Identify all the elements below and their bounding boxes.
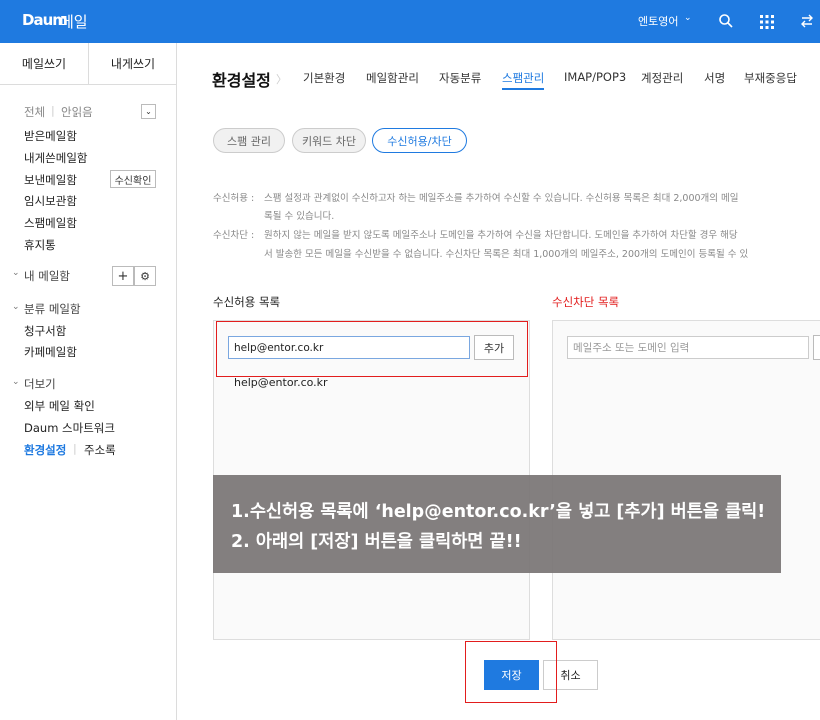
swap-icon[interactable] — [800, 13, 814, 29]
folder-bills[interactable]: 청구서함 — [24, 323, 66, 339]
tab-signature[interactable]: 서명 — [704, 70, 725, 86]
folder-inbox[interactable]: 받은메일함 — [24, 128, 77, 144]
desc-block-line1: 원하지 않는 메일을 받지 않도록 메일주소나 도메인을 추가하여 수신을 차단… — [264, 230, 738, 241]
settings-link[interactable]: 환경설정 — [24, 442, 66, 458]
account-name[interactable]: 엔토영어 — [638, 13, 678, 29]
folder-drafts[interactable]: 임시보관함 — [24, 193, 77, 209]
filter-divider: | — [51, 104, 55, 117]
tab-basic[interactable]: 기본환경 — [303, 70, 345, 86]
chevron-down-icon[interactable]: ⌄ — [141, 104, 156, 119]
tab-auto-sort[interactable]: 자동분류 — [439, 70, 481, 86]
add-folder-icon[interactable]: + — [112, 266, 134, 286]
address-book-link[interactable]: 주소록 — [84, 442, 116, 458]
instruction-line-2: 2. 아래의 [저장] 버튼을 클릭하면 끝!! — [231, 532, 522, 552]
filter-all[interactable]: 전체 — [24, 104, 45, 120]
tab-account-manage[interactable]: 계정관리 — [641, 70, 683, 86]
folder-trash[interactable]: 휴지통 — [24, 237, 56, 253]
chevron-down-icon[interactable]: ⌄ — [684, 13, 692, 23]
instruction-overlay: 1.수신허용 목록에 ‘help@entor.co.kr’을 넣고 [추가] 버… — [213, 475, 781, 573]
block-input[interactable]: 메일주소 또는 도메인 입력 — [567, 336, 809, 359]
folder-sent[interactable]: 보낸메일함 — [24, 172, 77, 188]
desc-block-line2: 서 발송한 모든 메일을 수신받을 수 없습니다. 수신차단 목록은 최대 1,… — [264, 249, 749, 260]
tab-spam-manage[interactable]: 스팸관리 — [502, 70, 545, 90]
chevron-down-icon[interactable]: ⌄ — [12, 268, 20, 278]
self-compose-button[interactable]: 내게쓰기 — [89, 43, 177, 85]
highlight-box-input — [216, 321, 528, 377]
chevron-down-icon[interactable]: ⌄ — [12, 377, 20, 387]
tab-imap-pop3[interactable]: IMAP/POP3 — [564, 70, 626, 84]
link-divider: | — [73, 442, 77, 455]
desc-allow-line2: 록될 수 있습니다. — [264, 211, 335, 222]
receipt-check-button[interactable]: 수신확인 — [110, 170, 156, 188]
smartwork-link[interactable]: Daum 스마트워크 — [24, 420, 115, 436]
allow-list-item[interactable]: help@entor.co.kr — [234, 376, 328, 389]
my-mailbox-header[interactable]: 내 메일함 — [24, 268, 70, 284]
instruction-line-1: 1.수신허용 목록에 ‘help@entor.co.kr’을 넣고 [추가] 버… — [231, 502, 766, 522]
tab-auto-reply[interactable]: 부재중응답 — [744, 70, 797, 86]
block-add-button[interactable] — [813, 335, 820, 360]
subtab-keyword-block[interactable]: 키워드 차단 — [292, 128, 366, 153]
tab-mailbox-manage[interactable]: 메일함관리 — [366, 70, 419, 86]
allow-list-title: 수신허용 목록 — [213, 295, 281, 309]
grid-icon[interactable] — [760, 14, 774, 29]
app-title[interactable]: 메일 — [60, 11, 88, 32]
compose-button[interactable]: 메일쓰기 — [0, 43, 89, 85]
folder-spam[interactable]: 스팸메일함 — [24, 215, 77, 231]
filter-unread[interactable]: 안읽음 — [61, 104, 93, 120]
external-mail-link[interactable]: 외부 메일 확인 — [24, 398, 95, 414]
desc-allow-line1: 스팸 설정과 관계없이 수신하고자 하는 메일주소를 추가하여 수신할 수 있습… — [264, 193, 739, 204]
page-title: 환경설정 — [212, 71, 271, 90]
desc-block-label: 수신차단 : — [213, 230, 255, 241]
top-bar — [0, 0, 820, 43]
gear-icon[interactable]: ⚙ — [134, 266, 156, 286]
highlight-box-save — [465, 641, 557, 703]
desc-allow-label: 수신허용 : — [213, 193, 255, 204]
more-header[interactable]: 더보기 — [24, 376, 56, 392]
subtab-spam[interactable]: 스팸 관리 — [213, 128, 285, 153]
subtab-allow-block[interactable]: 수신허용/차단 — [372, 128, 467, 153]
search-icon[interactable] — [718, 13, 734, 29]
category-mailbox-header[interactable]: 분류 메일함 — [24, 301, 81, 317]
title-separator-icon: 〉 — [276, 73, 287, 86]
block-list-title: 수신차단 목록 — [552, 295, 620, 309]
chevron-down-icon[interactable]: ⌄ — [12, 302, 20, 312]
folder-to-me[interactable]: 내게쓴메일함 — [24, 150, 87, 166]
folder-cafe[interactable]: 카페메일함 — [24, 344, 77, 360]
